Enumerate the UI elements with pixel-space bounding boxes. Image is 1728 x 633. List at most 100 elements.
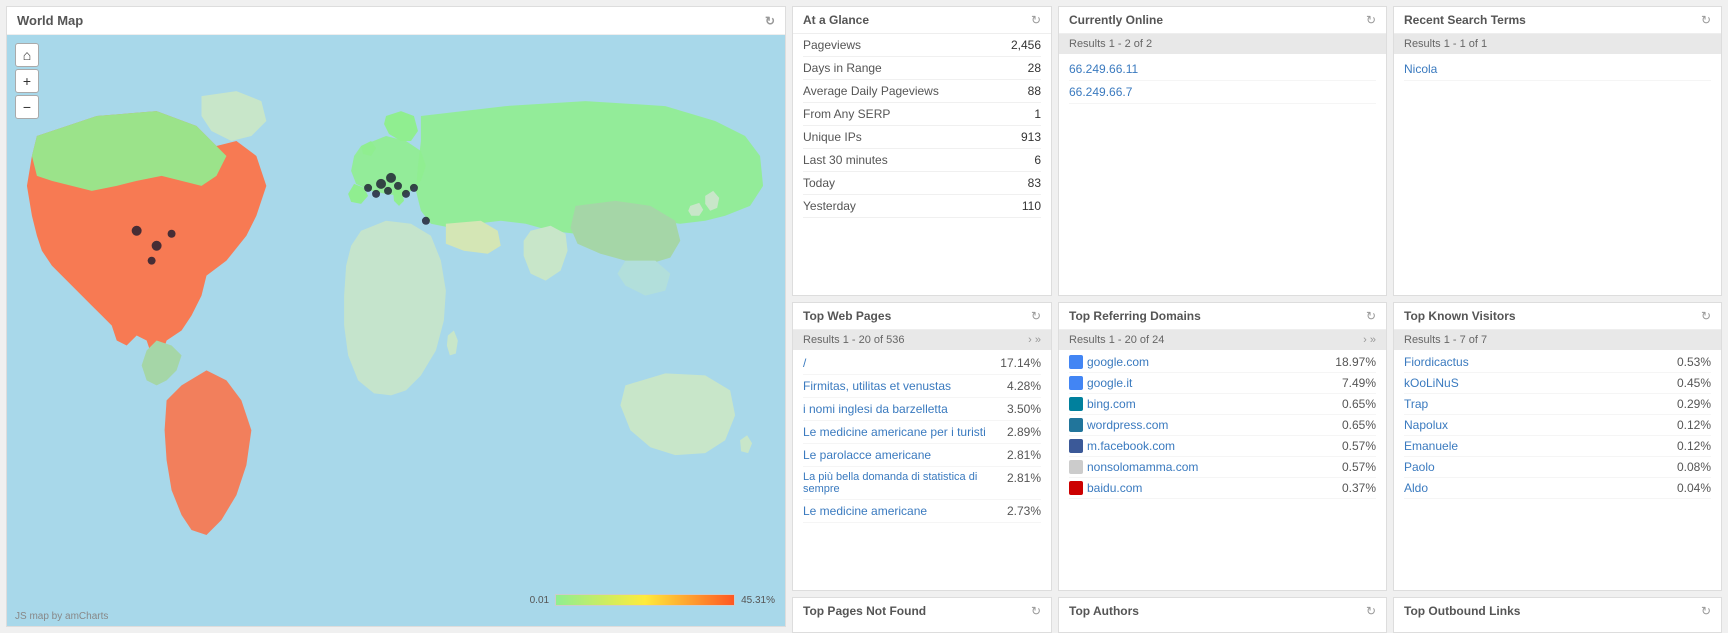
dashboard-row-2: Top Web Pages ↻ Results 1 - 20 of 536 › … — [792, 302, 1722, 592]
page-link-2[interactable]: Firmitas, utilitas et venustas — [803, 379, 951, 393]
visitor-link-4[interactable]: Napolux — [1404, 418, 1448, 432]
ip-link-2[interactable]: 66.249.66.7 — [1069, 85, 1132, 99]
top-authors-title: Top Authors — [1069, 604, 1139, 618]
visitor-link-5[interactable]: Emanuele — [1404, 439, 1458, 453]
page-row-5: Le parolacce americane 2.81% — [803, 444, 1041, 467]
recent-search-results-label: Results 1 - 1 of 1 — [1404, 38, 1487, 50]
domain-link-3[interactable]: bing.com — [1087, 397, 1136, 411]
map-home-button[interactable]: ⌂ — [15, 43, 39, 67]
domain-row-5: m.facebook.com 0.57% — [1069, 436, 1376, 457]
domain-link-2[interactable]: google.it — [1087, 376, 1132, 390]
page-row-3: i nomi inglesi da barzelletta 3.50% — [803, 398, 1041, 421]
map-refresh-icon[interactable]: ↻ — [765, 14, 775, 28]
dashboard-row-3: Top Pages Not Found ↻ Top Authors ↻ Top … — [792, 597, 1722, 633]
domain-link-6[interactable]: nonsolomamma.com — [1087, 460, 1198, 474]
map-zoom-in-button[interactable]: + — [15, 69, 39, 93]
page-pct-7: 2.73% — [1007, 504, 1041, 518]
top-web-pages-header: Top Web Pages ↻ — [793, 303, 1051, 330]
page-link-3[interactable]: i nomi inglesi da barzelletta — [803, 402, 948, 416]
top-pages-not-found-panel: Top Pages Not Found ↻ — [792, 597, 1052, 633]
ip-link-1[interactable]: 66.249.66.11 — [1069, 62, 1138, 76]
visitor-row-6: Paolo 0.08% — [1404, 457, 1711, 478]
domain-pct-6: 0.57% — [1342, 460, 1376, 474]
dashboard: At a Glance ↻ Pageviews 2,456 Days in Ra… — [792, 0, 1728, 633]
page-pct-3: 3.50% — [1007, 402, 1041, 416]
visitor-row-7: Aldo 0.04% — [1404, 478, 1711, 499]
domain-link-1[interactable]: google.com — [1087, 355, 1149, 369]
top-known-visitors-panel: Top Known Visitors ↻ Results 1 - 7 of 7 … — [1393, 302, 1722, 592]
domain-pct-7: 0.37% — [1342, 481, 1376, 495]
top-web-pages-nav[interactable]: › » — [1028, 334, 1041, 346]
domain-icon-4 — [1069, 418, 1083, 432]
page-link-1[interactable]: / — [803, 356, 806, 370]
top-referring-panel: Top Referring Domains ↻ Results 1 - 20 o… — [1058, 302, 1387, 592]
top-referring-results-label: Results 1 - 20 of 24 — [1069, 334, 1164, 346]
top-referring-header: Top Referring Domains ↻ — [1059, 303, 1386, 330]
at-a-glance-header: At a Glance ↻ — [793, 7, 1051, 34]
top-referring-refresh[interactable]: ↻ — [1366, 309, 1376, 323]
page-row-6: La più bella domanda di statistica di se… — [803, 467, 1041, 500]
top-outbound-refresh[interactable]: ↻ — [1701, 604, 1711, 618]
recent-search-header: Recent Search Terms ↻ — [1394, 7, 1721, 34]
map-title-bar: World Map ↻ — [7, 7, 785, 35]
stat-serp: From Any SERP 1 — [803, 103, 1041, 126]
top-known-visitors-body: Fiordicactus 0.53% kOoLiNuS 0.45% Trap 0… — [1394, 350, 1721, 591]
map-zoom-out-button[interactable]: − — [15, 95, 39, 119]
visitor-link-2[interactable]: kOoLiNuS — [1404, 376, 1459, 390]
search-term-row-1: Nicola — [1404, 58, 1711, 81]
currently-online-title: Currently Online — [1069, 13, 1163, 27]
domain-link-4[interactable]: wordpress.com — [1087, 418, 1168, 432]
stat-yesterday: Yesterday 110 — [803, 195, 1041, 218]
page-pct-2: 4.28% — [1007, 379, 1041, 393]
stat-last30: Last 30 minutes 6 — [803, 149, 1041, 172]
page-link-7[interactable]: Le medicine americane — [803, 504, 927, 518]
recent-search-panel: Recent Search Terms ↻ Results 1 - 1 of 1… — [1393, 6, 1722, 296]
legend-min: 0.01 — [530, 595, 549, 606]
top-referring-body: google.com 18.97% google.it 7.49% bing.c… — [1059, 350, 1386, 591]
at-a-glance-refresh[interactable]: ↻ — [1031, 13, 1041, 27]
at-a-glance-title: At a Glance — [803, 13, 869, 27]
visitor-link-3[interactable]: Trap — [1404, 397, 1428, 411]
top-outbound-header: Top Outbound Links ↻ — [1394, 598, 1721, 624]
top-pages-not-found-refresh[interactable]: ↻ — [1031, 604, 1041, 618]
page-link-4[interactable]: Le medicine americane per i turisti — [803, 425, 986, 439]
recent-search-refresh[interactable]: ↻ — [1701, 13, 1711, 27]
currently-online-results-label: Results 1 - 2 of 2 — [1069, 38, 1152, 50]
page-row-4: Le medicine americane per i turisti 2.89… — [803, 421, 1041, 444]
visitor-row-5: Emanuele 0.12% — [1404, 436, 1711, 457]
top-known-visitors-results-bar: Results 1 - 7 of 7 — [1394, 330, 1721, 350]
top-web-pages-refresh[interactable]: ↻ — [1031, 309, 1041, 323]
world-map-svg — [7, 35, 785, 626]
visitor-row-2: kOoLiNuS 0.45% — [1404, 373, 1711, 394]
visitor-link-6[interactable]: Paolo — [1404, 460, 1435, 474]
top-known-visitors-refresh[interactable]: ↻ — [1701, 309, 1711, 323]
domain-link-7[interactable]: baidu.com — [1087, 481, 1142, 495]
currently-online-refresh[interactable]: ↻ — [1366, 13, 1376, 27]
visitor-pct-3: 0.29% — [1677, 397, 1711, 411]
page-link-6[interactable]: La più bella domanda di statistica di se… — [803, 471, 1007, 495]
currently-online-body: 66.249.66.11 66.249.66.7 — [1059, 54, 1386, 295]
top-web-pages-panel: Top Web Pages ↻ Results 1 - 20 of 536 › … — [792, 302, 1052, 592]
top-authors-refresh[interactable]: ↻ — [1366, 604, 1376, 618]
visitor-link-7[interactable]: Aldo — [1404, 481, 1428, 495]
page-link-5[interactable]: Le parolacce americane — [803, 448, 931, 462]
search-term-link-1[interactable]: Nicola — [1404, 62, 1437, 76]
domain-pct-5: 0.57% — [1342, 439, 1376, 453]
top-authors-panel: Top Authors ↻ — [1058, 597, 1387, 633]
stat-today: Today 83 — [803, 172, 1041, 195]
visitor-pct-5: 0.12% — [1677, 439, 1711, 453]
visitor-link-1[interactable]: Fiordicactus — [1404, 355, 1469, 369]
domain-row-7: baidu.com 0.37% — [1069, 478, 1376, 499]
top-web-pages-results-label: Results 1 - 20 of 536 — [803, 334, 905, 346]
domain-icon-7 — [1069, 481, 1083, 495]
visitor-row-4: Napolux 0.12% — [1404, 415, 1711, 436]
top-web-pages-title: Top Web Pages — [803, 309, 891, 323]
top-web-pages-results-bar: Results 1 - 20 of 536 › » — [793, 330, 1051, 350]
page-pct-6: 2.81% — [1007, 471, 1041, 495]
visitor-pct-1: 0.53% — [1677, 355, 1711, 369]
domain-link-5[interactable]: m.facebook.com — [1087, 439, 1175, 453]
map-container: ⌂ + − — [7, 35, 785, 626]
top-referring-nav[interactable]: › » — [1363, 334, 1376, 346]
domain-icon-2 — [1069, 376, 1083, 390]
domain-icon-5 — [1069, 439, 1083, 453]
